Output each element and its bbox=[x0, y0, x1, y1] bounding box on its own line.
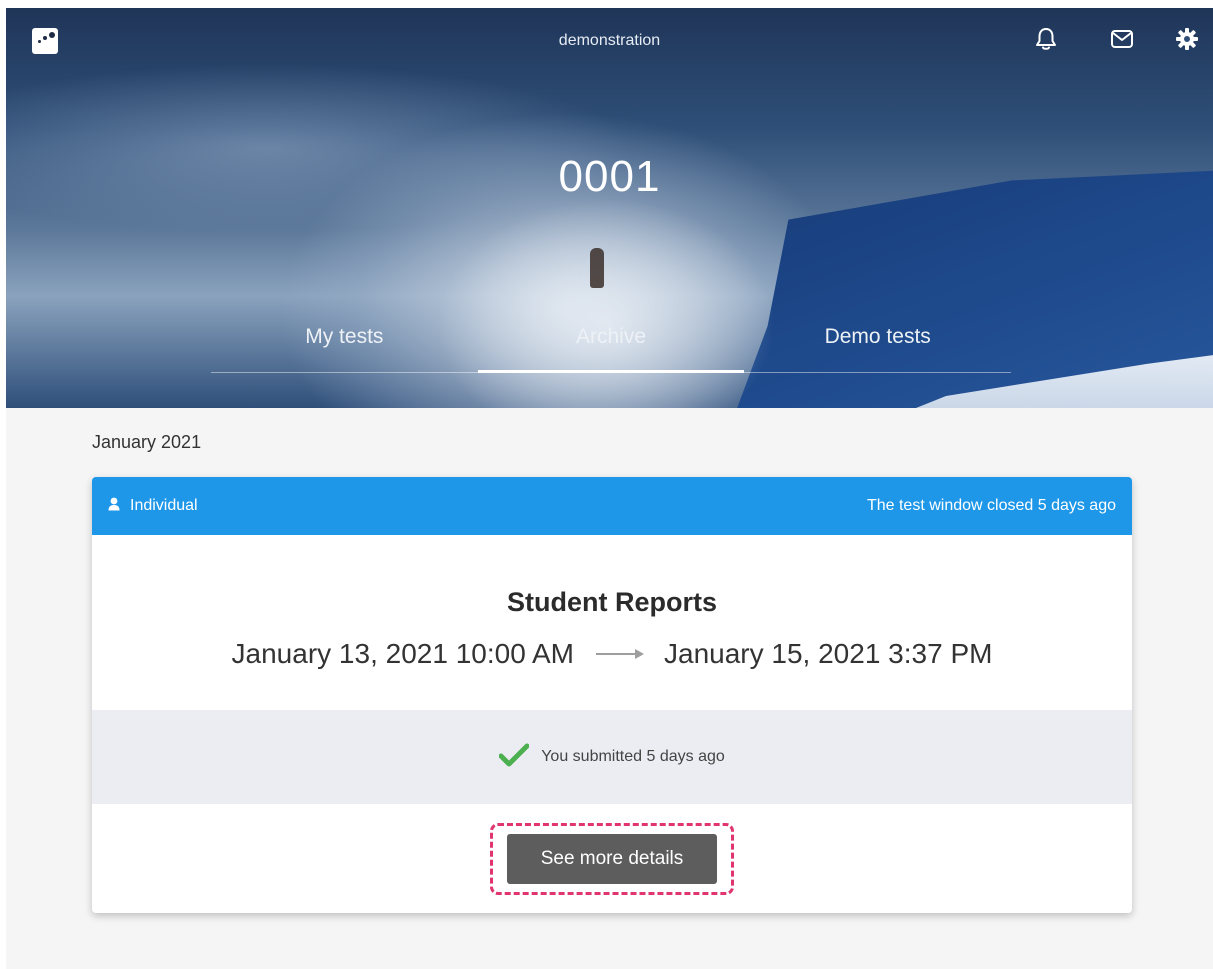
submission-text: You submitted 5 days ago bbox=[541, 748, 725, 765]
test-code-title: 0001 bbox=[558, 152, 661, 201]
hero-rider bbox=[590, 248, 604, 288]
test-window-dates: January 13, 2021 10:00 AM January 15, 20… bbox=[92, 638, 1132, 670]
end-date: January 15, 2021 3:37 PM bbox=[664, 638, 993, 669]
month-heading: January 2021 bbox=[92, 432, 202, 452]
submission-status: You submitted 5 days ago bbox=[92, 710, 1132, 804]
tab-my-tests[interactable]: My tests bbox=[211, 321, 478, 372]
highlight-outline: See more details bbox=[490, 822, 734, 895]
hero-banner: demonstration 0001 My tests Archive Demo… bbox=[6, 8, 1213, 408]
tab-archive[interactable]: Archive bbox=[477, 321, 745, 373]
checkmark-icon bbox=[498, 743, 530, 772]
site-name: demonstration bbox=[558, 32, 661, 49]
user-icon bbox=[108, 497, 120, 516]
test-card: Individual The test window closed 5 days… bbox=[92, 477, 1132, 913]
window-status: The test window closed 5 days ago bbox=[866, 497, 1116, 514]
start-date: January 13, 2021 10:00 AM bbox=[231, 638, 574, 669]
mail-icon[interactable] bbox=[1109, 26, 1135, 52]
tab-demo-tests[interactable]: Demo tests bbox=[744, 321, 1011, 372]
see-more-details-button[interactable]: See more details bbox=[507, 833, 717, 884]
page: demonstration 0001 My tests Archive Demo… bbox=[6, 8, 1213, 969]
bell-icon[interactable] bbox=[1033, 26, 1059, 52]
hero-snow-spray bbox=[436, 198, 776, 408]
test-title: Student Reports bbox=[506, 587, 717, 617]
gear-icon[interactable] bbox=[1174, 26, 1200, 52]
tab-bar: My tests Archive Demo tests bbox=[211, 321, 1011, 373]
test-type-label: Individual bbox=[130, 497, 198, 514]
details-area: See more details bbox=[92, 804, 1132, 913]
arrow-right-icon bbox=[596, 649, 644, 659]
card-header: Individual The test window closed 5 days… bbox=[92, 477, 1132, 535]
